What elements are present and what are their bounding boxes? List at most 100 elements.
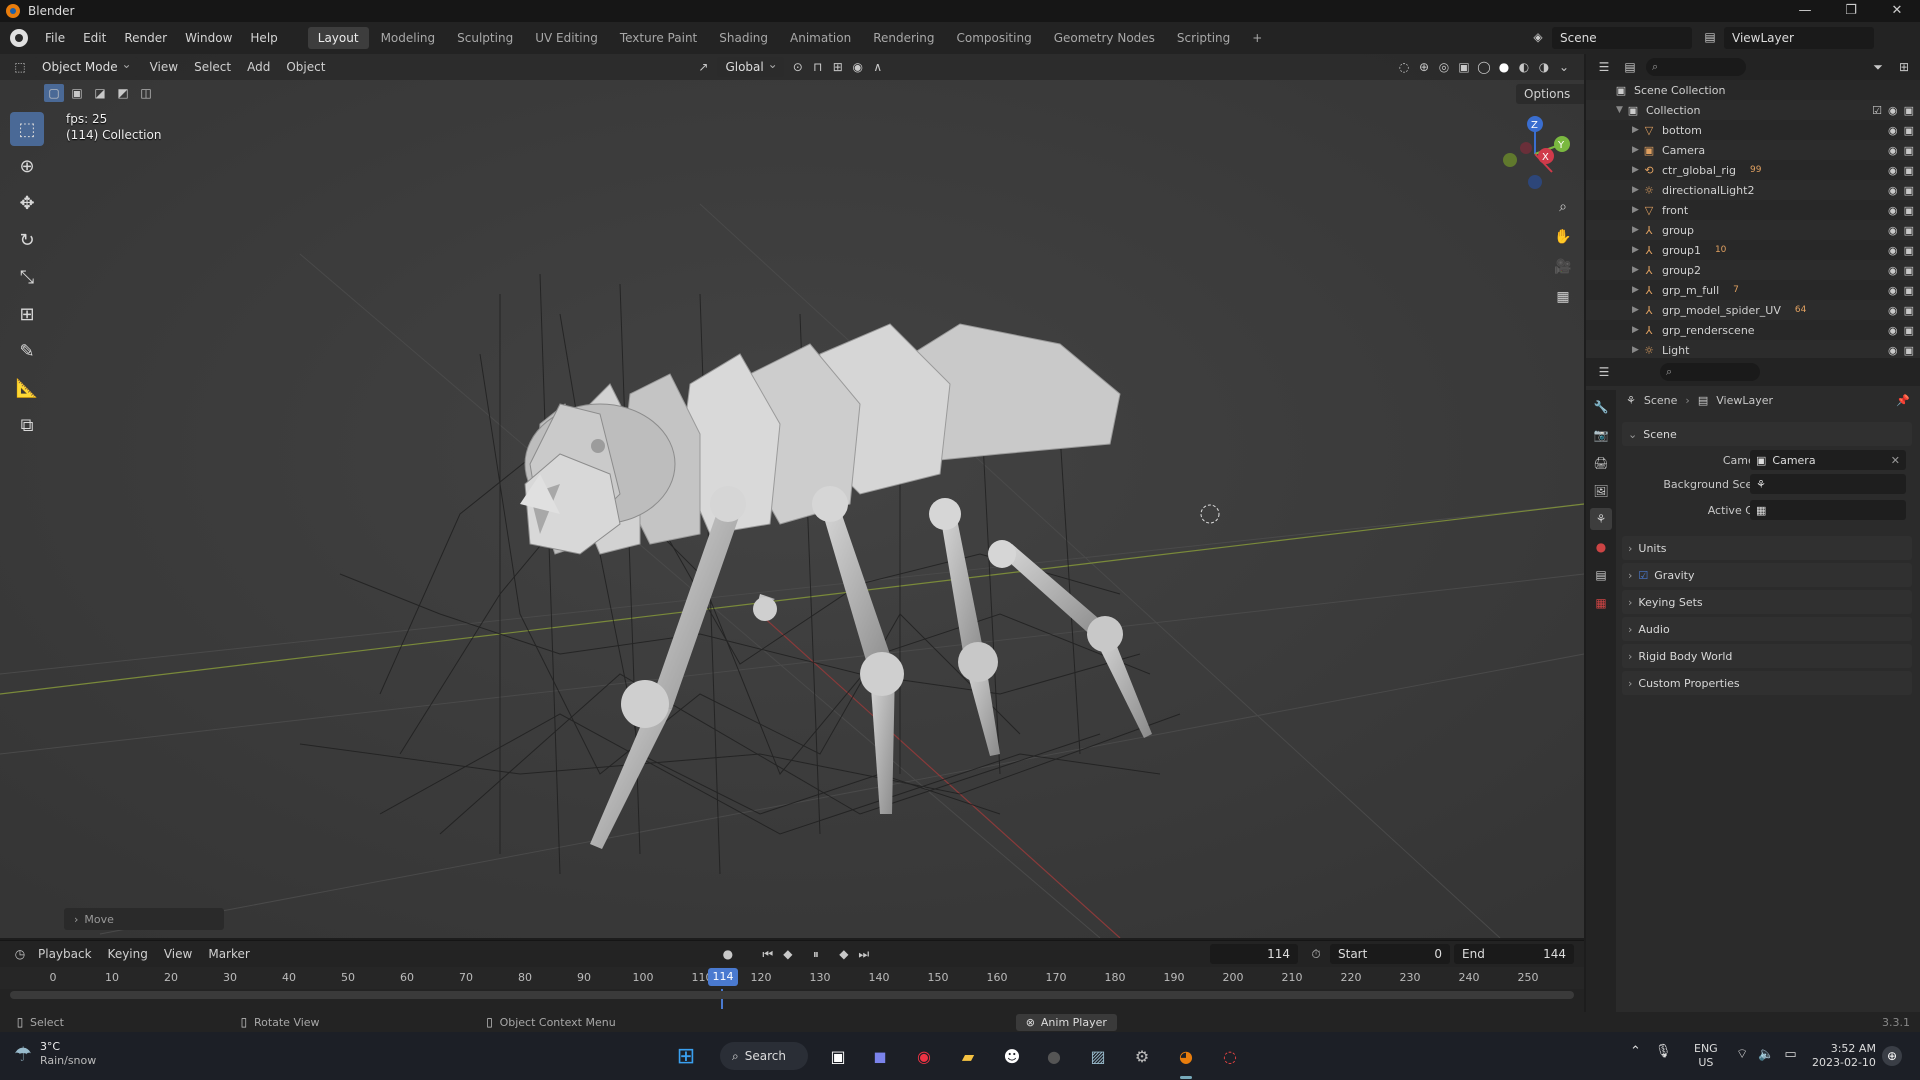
select-menu[interactable]: Select (186, 57, 239, 77)
wireframe-shading-icon[interactable]: ◯ (1474, 58, 1494, 76)
checkbox-icon[interactable]: ☑ (1872, 104, 1882, 117)
shading-options-icon[interactable]: ⌄ (1554, 58, 1574, 76)
outliner-item[interactable]: ▶ ⅄ group2 ◉ ▣ (1586, 260, 1920, 280)
view-layer-selector[interactable]: ViewLayer (1724, 27, 1874, 49)
camera-field[interactable]: ▣ Camera ✕ (1750, 450, 1906, 470)
expand-arrow-icon[interactable]: ▶ (1632, 165, 1642, 175)
camera-render-icon[interactable]: ▣ (1904, 164, 1914, 177)
language-indicator[interactable]: ENG US (1694, 1042, 1718, 1070)
microphone-icon[interactable]: 🎙 (1655, 1044, 1672, 1059)
camera-render-icon[interactable]: ▣ (1904, 104, 1914, 117)
marker-menu[interactable]: Marker (200, 944, 257, 964)
eye-icon[interactable]: ◉ (1888, 224, 1898, 237)
zoom-icon[interactable]: ⌕ (1550, 194, 1576, 220)
camera-render-icon[interactable]: ▣ (1904, 324, 1914, 337)
expand-arrow-icon[interactable]: ▶ (1632, 325, 1642, 335)
eye-icon[interactable]: ◉ (1888, 284, 1898, 297)
view-layer-icon[interactable]: ▤ (1700, 28, 1720, 46)
expand-arrow-icon[interactable]: ▶ (1632, 225, 1642, 235)
record-icon[interactable]: ● (718, 945, 738, 963)
expand-arrow-icon[interactable]: ▶ (1632, 205, 1642, 215)
camera-render-icon[interactable]: ▣ (1904, 244, 1914, 257)
outliner-item[interactable]: ▶ ⟲ ctr_global_rig 99 ◉ ▣ (1586, 160, 1920, 180)
pin-icon[interactable]: 📌 (1896, 394, 1910, 407)
last-operator-panel[interactable]: › Move (64, 908, 224, 930)
transform-tool[interactable]: ⊞ (10, 297, 44, 331)
outliner-item[interactable]: ▶ ▣ Camera ◉ ▣ (1586, 140, 1920, 160)
menu-help[interactable]: Help (241, 22, 286, 54)
object-menu[interactable]: Object (278, 57, 333, 77)
expand-arrow-icon[interactable]: ▶ (1632, 345, 1642, 355)
cursor-tool[interactable]: ⊕ (10, 149, 44, 183)
display-mode-icon[interactable]: ▤ (1620, 58, 1640, 76)
tab-sculpting[interactable]: Sculpting (447, 27, 523, 49)
anim-player-job[interactable]: ⊗ Anim Player (1015, 1013, 1117, 1031)
outliner-item[interactable]: ▶ ⅄ grp_renderscene ◉ ▣ (1586, 320, 1920, 340)
properties-panel-header[interactable]: › Rigid Body World (1622, 644, 1912, 668)
texture-tab-icon[interactable]: ▦ (1590, 592, 1612, 614)
keying-menu[interactable]: Keying (100, 944, 156, 964)
outliner-search-input[interactable]: ⌕ (1646, 58, 1746, 76)
scene-collection-row[interactable]: ▣ Scene Collection (1586, 80, 1920, 100)
eye-icon[interactable]: ◉ (1888, 204, 1898, 217)
blender-taskbar-icon[interactable]: ◕ (1172, 1042, 1200, 1070)
tab-geometry-nodes[interactable]: Geometry Nodes (1044, 27, 1165, 49)
tab-texture-paint[interactable]: Texture Paint (610, 27, 707, 49)
select-new-icon[interactable]: ▢ (44, 84, 64, 102)
expand-arrow-icon[interactable]: ▶ (1632, 265, 1642, 275)
pivot-point-icon[interactable]: ⊙ (788, 58, 808, 76)
tab-scripting[interactable]: Scripting (1167, 27, 1240, 49)
scene-icon[interactable]: ◈ (1528, 28, 1548, 46)
maximize-button[interactable]: ❐ (1828, 0, 1874, 22)
outliner-item[interactable]: ▶ ☼ Light ◉ ▣ (1586, 340, 1920, 360)
transform-orientation-icon[interactable]: ↗ (693, 58, 713, 76)
object-mode-dropdown[interactable]: Object Mode (34, 54, 138, 77)
jump-start-icon[interactable]: ⏮ (758, 945, 778, 963)
outliner-item[interactable]: ▶ ⅄ group ◉ ▣ (1586, 220, 1920, 240)
photos-icon[interactable]: ▨ (1084, 1042, 1112, 1070)
eye-icon[interactable]: ◉ (1888, 304, 1898, 317)
view-menu[interactable]: View (142, 57, 186, 77)
expand-arrow-icon[interactable]: ▶ (1632, 145, 1642, 155)
playhead-marker[interactable]: 114 (708, 968, 738, 986)
output-tab-icon[interactable]: 🖨 (1590, 452, 1612, 474)
eye-icon[interactable]: ◉ (1888, 264, 1898, 277)
expand-arrow-icon[interactable]: ▶ (1632, 245, 1642, 255)
tab-animation[interactable]: Animation (780, 27, 861, 49)
quick-settings[interactable]: ⌔ 🔈 ▭ (1736, 1046, 1797, 1063)
solid-shading-icon[interactable]: ● (1494, 58, 1514, 76)
timeline-view-menu[interactable]: View (156, 944, 200, 964)
annotate-tool[interactable]: ✎ (10, 334, 44, 368)
expand-arrow-icon[interactable]: ▶ (1632, 305, 1642, 315)
rotate-tool[interactable]: ↻ (10, 223, 44, 257)
camera-render-icon[interactable]: ▣ (1904, 124, 1914, 137)
add-menu[interactable]: Add (239, 57, 278, 77)
eye-icon[interactable]: ◉ (1888, 164, 1898, 177)
eye-icon[interactable]: ◉ (1888, 344, 1898, 357)
camera-render-icon[interactable]: ▣ (1904, 204, 1914, 217)
jump-end-icon[interactable]: ⏭ (854, 945, 874, 963)
options-dropdown[interactable]: Options (1516, 84, 1584, 104)
scene-panel-header[interactable]: ⌄ Scene (1622, 422, 1912, 446)
move-tool[interactable]: ✥ (10, 186, 44, 220)
cancel-job-icon[interactable]: ⊗ (1026, 1016, 1035, 1029)
proportional-edit-icon[interactable]: ◉ (848, 58, 868, 76)
camera-render-icon[interactable]: ▣ (1904, 344, 1914, 357)
settings-gear-icon[interactable]: ⚙ (1128, 1042, 1156, 1070)
select-extend-icon[interactable]: ▣ (67, 84, 87, 102)
outliner-item[interactable]: ▶ ⅄ grp_model_spider_UV 64 ◉ ▣ (1586, 300, 1920, 320)
recorder-icon[interactable]: ◌ (1216, 1042, 1244, 1070)
minimize-button[interactable]: — (1782, 0, 1828, 22)
clock[interactable]: 3:52 AM 2023-02-10 (1812, 1042, 1876, 1070)
eye-icon[interactable]: ◉ (1888, 324, 1898, 337)
menu-edit[interactable]: Edit (74, 22, 115, 54)
snap-icon[interactable]: ⊓ (808, 58, 828, 76)
tray-overflow-icon[interactable]: ⌃ (1630, 1044, 1641, 1059)
pan-hand-icon[interactable]: ✋ (1550, 224, 1576, 250)
outliner-item[interactable]: ▶ ▽ bottom ◉ ▣ (1586, 120, 1920, 140)
scene-tab-icon[interactable]: ⚘ (1590, 508, 1612, 530)
filter-icon[interactable]: ⏷ (1868, 58, 1888, 76)
properties-panel-header[interactable]: › ☑ Gravity (1622, 563, 1912, 587)
camera-render-icon[interactable]: ▣ (1904, 304, 1914, 317)
start-button-icon[interactable]: ⊞ (672, 1042, 700, 1070)
